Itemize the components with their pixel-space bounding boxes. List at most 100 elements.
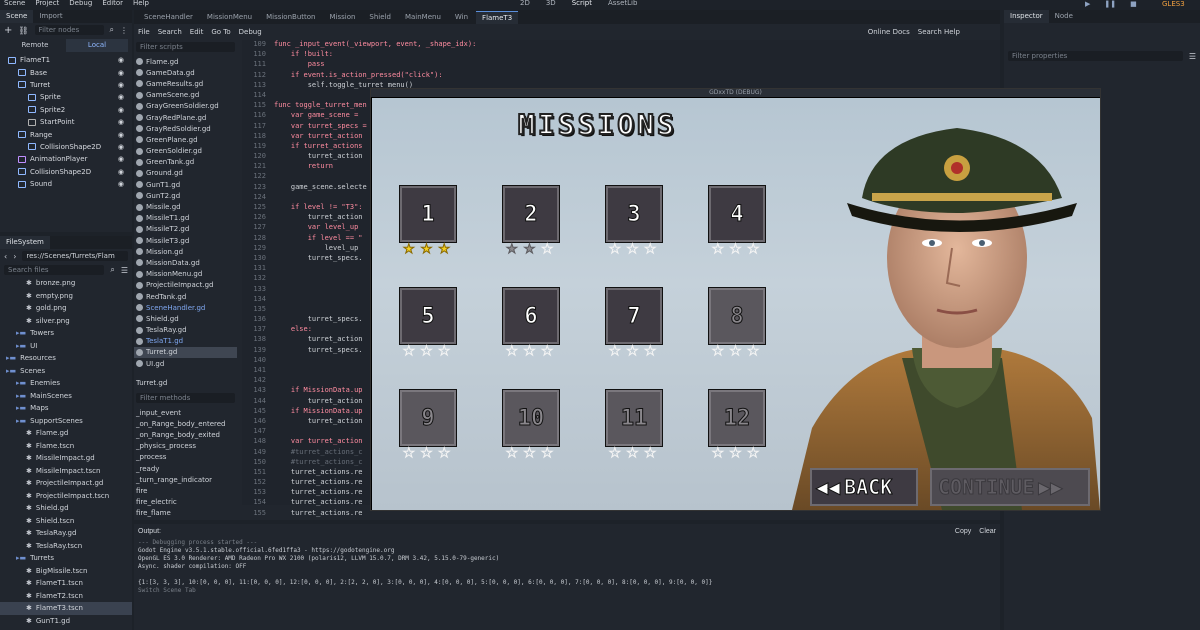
file-item[interactable]: ▸▬ Turrets [0,552,132,565]
remote-tab[interactable]: Remote [4,39,66,52]
script-list-item[interactable]: ProjectileImpact.gd [134,280,237,291]
tab-scene[interactable]: Scene [0,10,34,23]
script-list-item[interactable]: Flame.gd [134,56,237,67]
script-list-item[interactable]: SceneHandler.gd [134,302,237,313]
method-list-item[interactable]: fire_flame [134,508,237,519]
method-list-item[interactable]: fire [134,485,237,496]
renderer-badge[interactable]: GLES3 [1162,0,1185,8]
mission-button-8[interactable]: 8 [709,288,765,344]
tree-node[interactable]: Turret ◉ [0,79,132,91]
file-item[interactable]: ✱ FlameT3.tscn [0,602,132,615]
local-tab[interactable]: Local [66,39,128,52]
online-docs-button[interactable]: Online Docs [868,28,910,36]
tree-node[interactable]: FlameT1 ◉ [0,54,132,66]
stop-icon[interactable]: ■ [1130,0,1137,8]
method-list-item[interactable]: _on_Range_body_exited [134,429,237,440]
method-list-item[interactable]: _on_Range_body_entered [134,418,237,429]
mission-button-9[interactable]: 9 [400,390,456,446]
file-item[interactable]: ✱ GunT1.gd [0,615,132,628]
file-item[interactable]: ▸▬ Resources [0,352,132,365]
path-field[interactable]: res://Scenes/Turrets/Flam [22,251,128,261]
clear-button[interactable]: Clear [979,528,996,535]
workspace-assetlib[interactable]: AssetLib [608,0,637,8]
tree-node[interactable]: StartPoint ◉ [0,116,132,128]
tab-scenehandler[interactable]: SceneHandler [138,11,199,23]
visibility-icon[interactable]: ◉ [118,118,124,126]
script-list-item[interactable]: Shield.gd [134,313,237,324]
visibility-icon[interactable]: ◉ [118,69,124,77]
menu-go-to[interactable]: Go To [211,28,230,36]
file-item[interactable]: ✱ ProjectileImpact.gd [0,477,132,490]
file-item[interactable]: ▸▬ MainScenes [0,390,132,403]
menu-debug[interactable]: Debug [239,28,262,36]
search-help-button[interactable]: Search Help [918,28,960,36]
mission-button-1[interactable]: 1 [400,186,456,242]
script-list-item[interactable]: MissileT3.gd [134,235,237,246]
tree-node[interactable]: CollisionShape2D ◉ [0,141,132,153]
method-list-item[interactable]: _turn_range_indicator [134,474,237,485]
file-item[interactable]: ▸▬ UI [0,340,132,353]
tab-inspector[interactable]: Inspector [1004,10,1049,23]
menu-project[interactable]: Project [35,0,59,10]
method-list-item[interactable]: fire_electric [134,497,237,508]
tree-node[interactable]: Sound ◉ [0,178,132,190]
visibility-icon[interactable]: ◉ [118,56,124,64]
method-list-item[interactable]: _physics_process [134,441,237,452]
tab-import[interactable]: Import [33,10,68,23]
menu-editor[interactable]: Editor [102,0,123,10]
tab-mission[interactable]: Mission [323,11,361,23]
menu-icon[interactable]: ⋮ [120,26,128,35]
filter-nodes-input[interactable]: Filter nodes [34,25,104,35]
script-list-item[interactable]: MissionMenu.gd [134,269,237,280]
menu-icon[interactable]: ☰ [1189,52,1196,61]
file-item[interactable]: ✱ BigMissile.tscn [0,565,132,578]
script-list-item[interactable]: GunT2.gd [134,190,237,201]
file-item[interactable]: ✱ FlameT2.tscn [0,590,132,603]
script-list-item[interactable]: GameResults.gd [134,78,237,89]
visibility-icon[interactable]: ◉ [118,143,124,151]
file-item[interactable]: ✱ silver.png [0,315,132,328]
method-list-item[interactable]: _process [134,452,237,463]
file-item[interactable]: ▸▬ Maps [0,402,132,415]
workspace-3d[interactable]: 3D [546,0,556,8]
tab-win[interactable]: Win [449,11,474,23]
menu-debug[interactable]: Debug [69,0,92,10]
visibility-icon[interactable]: ◉ [118,155,124,163]
menu-scene[interactable]: Scene [4,0,25,10]
tab-missionbutton[interactable]: MissionButton [260,11,321,23]
mission-button-7[interactable]: 7 [606,288,662,344]
script-list-item[interactable]: GreenPlane.gd [134,134,237,145]
visibility-icon[interactable]: ◉ [118,131,124,139]
script-list-item[interactable]: MissileT2.gd [134,224,237,235]
script-list-item[interactable]: UI.gd [134,358,237,369]
script-list-item[interactable]: GreenSoldier.gd [134,146,237,157]
search-icon[interactable]: ⌕ [110,265,114,275]
file-item[interactable]: ✱ gold.png [0,302,132,315]
tree-node[interactable]: Sprite2 ◉ [0,104,132,116]
file-item[interactable]: ✱ MissileImpact.tscn [0,465,132,478]
copy-button[interactable]: Copy [955,528,971,535]
continue-button[interactable]: CONTINUE ▶▶ [930,468,1090,506]
file-item[interactable]: ▸▬ Enemies [0,377,132,390]
script-list-item[interactable]: MissileT1.gd [134,213,237,224]
link-icon[interactable]: ⛓ [18,26,28,35]
visibility-icon[interactable]: ◉ [118,106,124,114]
script-list-item[interactable]: GreenTank.gd [134,157,237,168]
forward-icon[interactable]: › [13,252,16,261]
method-list-item[interactable]: _ready [134,463,237,474]
search-files-input[interactable]: Search files [4,265,105,275]
file-item[interactable]: ✱ FlameT1.tscn [0,577,132,590]
file-item[interactable]: ✱ ProjectileImpact.tscn [0,490,132,503]
add-node-icon[interactable]: + [4,25,12,36]
workspace-2d[interactable]: 2D [520,0,530,8]
file-item[interactable]: ✱ MissileImpact.gd [0,452,132,465]
sort-icon[interactable]: ☰ [121,266,128,275]
tab-filesystem[interactable]: FileSystem [0,236,50,249]
workspace-script[interactable]: Script [572,0,592,8]
mission-button-4[interactable]: 4 [709,186,765,242]
mission-button-5[interactable]: 5 [400,288,456,344]
tree-node[interactable]: Sprite ◉ [0,91,132,103]
script-list-item[interactable]: MissionData.gd [134,257,237,268]
tree-node[interactable]: AnimationPlayer ◉ [0,153,132,165]
script-list-item[interactable]: TeslaRay.gd [134,325,237,336]
